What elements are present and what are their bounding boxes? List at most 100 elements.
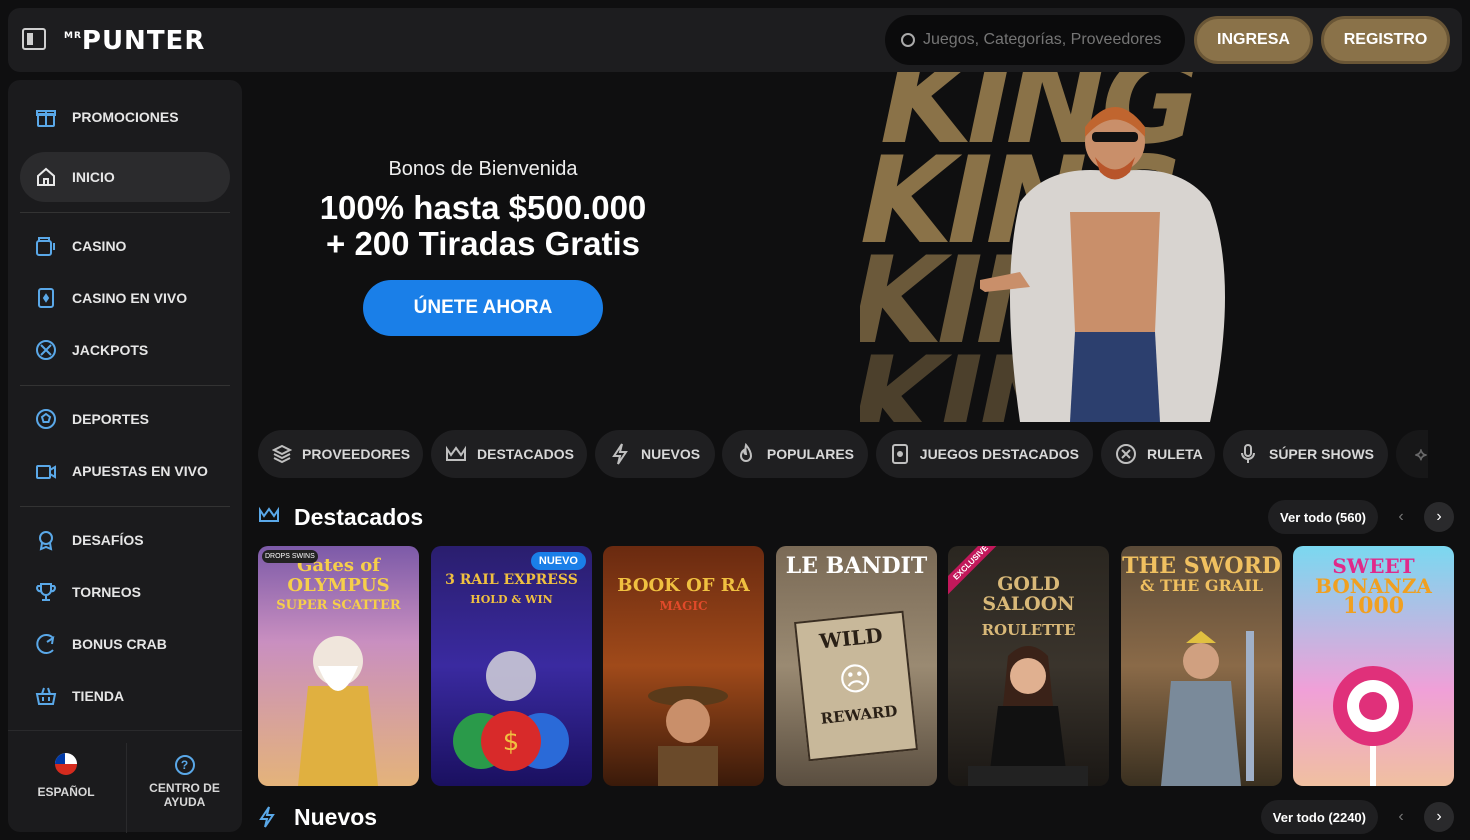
language-label: ESPAÑOL: [37, 785, 95, 799]
game-card[interactable]: LE BANDIT WILD ☹ REWARD: [776, 546, 937, 786]
game-card[interactable]: EXCLUSIVE GOLD SALOON ROULETTE: [948, 546, 1109, 786]
language-selector[interactable]: ESPAÑOL: [8, 753, 124, 799]
sidebar-item-deportes[interactable]: DEPORTES: [20, 394, 230, 444]
game-card[interactable]: SWEET BONANZA 1000: [1293, 546, 1454, 786]
hero-banner[interactable]: Bonos de Bienvenida 100% hasta $500.000 …: [250, 72, 1462, 422]
game-title: GOLD SALOON ROULETTE: [948, 574, 1109, 640]
top-bar: MRPUNTER INGRESA REGISTRO: [8, 8, 1462, 72]
logo-prefix: MR: [64, 31, 82, 41]
help-center-link[interactable]: ? CENTRO DE AYUDA: [126, 743, 242, 833]
hero-subtitle: Bonos de Bienvenida: [388, 158, 578, 180]
category-more[interactable]: ⟡: [1396, 430, 1428, 478]
game-subtitle: MAGIC: [659, 599, 708, 613]
wanted-poster-image: WILD ☹ REWARD: [793, 610, 919, 762]
help-label-line2: AYUDA: [163, 795, 206, 809]
game-card[interactable]: Gates of OLYMPUS SUPER SCATTER DROPS SWI…: [258, 546, 419, 786]
game-title: LE BANDIT: [785, 553, 928, 579]
jackpot-icon: [34, 338, 58, 362]
register-button[interactable]: REGISTRO: [1321, 16, 1450, 64]
view-all-featured-button[interactable]: Ver todo (560): [1268, 500, 1378, 534]
category-destacados[interactable]: DESTACADOS: [431, 430, 587, 478]
chevron-left-icon[interactable]: ‹: [1386, 502, 1416, 532]
chevron-right-icon[interactable]: ›: [1424, 802, 1454, 832]
mascot-figure-image: [980, 107, 1225, 422]
medal-icon: [34, 528, 58, 552]
lightning-icon: [609, 443, 631, 465]
sidebar-item-label: BONUS CRAB: [72, 636, 167, 652]
microphone-icon: [1237, 443, 1259, 465]
live-video-icon: [34, 459, 58, 483]
sidebar: PROMOCIONES INICIO CASINO CASINO EN VIVO…: [8, 80, 242, 833]
sidebar-item-tienda[interactable]: TIENDA: [20, 671, 230, 721]
roulette-icon: [1115, 443, 1137, 465]
hero-title: 100% hasta $500.000 + 200 Tiradas Gratis: [250, 190, 716, 262]
login-button[interactable]: INGRESA: [1194, 16, 1313, 64]
sidebar-item-bonus-crab[interactable]: BONUS CRAB: [20, 619, 230, 669]
category-label: SÚPER SHOWS: [1268, 446, 1374, 462]
new-badge: NUEVO: [530, 552, 586, 570]
drops-wins-badge: DROPS SWINS: [262, 550, 318, 563]
game-card[interactable]: THE SWORD & THE GRAIL: [1121, 546, 1282, 786]
category-nuevos[interactable]: NUEVOS: [595, 430, 715, 478]
sidebar-item-label: PROMOCIONES: [72, 109, 179, 125]
search-icon: [901, 33, 915, 47]
sidebar-item-promociones[interactable]: PROMOCIONES: [20, 92, 230, 142]
sidebar-item-apuestas-en-vivo[interactable]: APUESTAS EN VIVO: [20, 446, 230, 496]
hero-title-line1: 100% hasta $500.000: [319, 189, 647, 226]
game-name: THE SWORD: [1122, 553, 1281, 579]
category-proveedores[interactable]: PROVEEDORES: [258, 430, 423, 478]
category-bar: PROVEEDORES DESTACADOS NUEVOS POPULARES …: [258, 430, 1428, 478]
divider: [20, 212, 230, 213]
section-title: Nuevos: [294, 804, 378, 830]
home-icon: [34, 165, 58, 189]
flame-icon: [736, 443, 757, 465]
poster-footer: REWARD: [819, 701, 899, 728]
poster-title: WILD: [818, 623, 884, 654]
view-all-new-button[interactable]: Ver todo (2240): [1260, 800, 1378, 834]
sidebar-item-inicio[interactable]: INICIO: [20, 152, 230, 202]
sidebar-toggle-icon[interactable]: [22, 28, 46, 50]
card-icon: [890, 443, 910, 465]
sidebar-item-label: CASINO EN VIVO: [72, 290, 188, 306]
logo-text: PUNTER: [81, 26, 206, 56]
game-card[interactable]: BOOK OF RA MAGIC: [603, 546, 764, 786]
chevron-left-icon[interactable]: ‹: [1386, 802, 1416, 832]
layers-icon: [272, 443, 292, 465]
help-label-line1: CENTRO DE: [149, 781, 220, 795]
sidebar-item-label: INICIO: [72, 169, 115, 185]
crab-claw-icon: [34, 632, 58, 656]
logo[interactable]: MRPUNTER: [64, 26, 205, 56]
game-name: SWEET: [1332, 554, 1415, 578]
sidebar-item-casino[interactable]: CASINO: [20, 221, 230, 271]
game-subtitle: HOLD & WIN: [470, 593, 553, 606]
category-super-shows[interactable]: SÚPER SHOWS: [1223, 430, 1388, 478]
sidebar-item-label: JACKPOTS: [72, 342, 149, 358]
game-name: GOLD SALOON: [982, 573, 1075, 615]
crown-icon: [258, 506, 280, 530]
lightning-icon: [258, 806, 276, 834]
category-ruleta[interactable]: RULETA: [1101, 430, 1215, 478]
category-juegos-destacados[interactable]: JUEGOS DESTACADOS: [876, 430, 1093, 478]
category-populares[interactable]: POPULARES: [722, 430, 868, 478]
sidebar-footer: ESPAÑOL ? CENTRO DE AYUDA: [8, 730, 242, 833]
sidebar-item-casino-en-vivo[interactable]: CASINO EN VIVO: [20, 273, 230, 323]
chevron-right-icon[interactable]: ›: [1424, 502, 1454, 532]
game-subtitle: SUPER SCATTER: [276, 598, 401, 613]
game-title: Gates of OLYMPUS SUPER SCATTER: [258, 556, 419, 616]
search-input[interactable]: [923, 31, 1163, 49]
sidebar-item-jackpots[interactable]: JACKPOTS: [20, 325, 230, 375]
category-label: RULETA: [1147, 446, 1203, 462]
featured-games-row: Gates of OLYMPUS SUPER SCATTER DROPS SWI…: [258, 546, 1454, 786]
join-now-button[interactable]: ÚNETE AHORA: [363, 280, 603, 336]
game-footer: 1000: [1342, 593, 1405, 619]
new-section-header: Nuevos Ver todo (2240) ‹ ›: [258, 800, 1454, 836]
game-subtitle: & THE GRAIL: [1140, 576, 1263, 595]
category-label: NUEVOS: [641, 446, 701, 462]
sidebar-item-desafios[interactable]: DESAFÍOS: [20, 515, 230, 565]
search-bar[interactable]: [885, 15, 1185, 65]
category-label: POPULARES: [766, 446, 854, 462]
sidebar-item-label: DEPORTES: [72, 411, 150, 427]
sidebar-item-torneos[interactable]: TORNEOS: [20, 567, 230, 617]
game-card[interactable]: NUEVO 3 RAIL EXPRESS HOLD & WIN $: [431, 546, 592, 786]
dealer-image: [968, 646, 1088, 786]
